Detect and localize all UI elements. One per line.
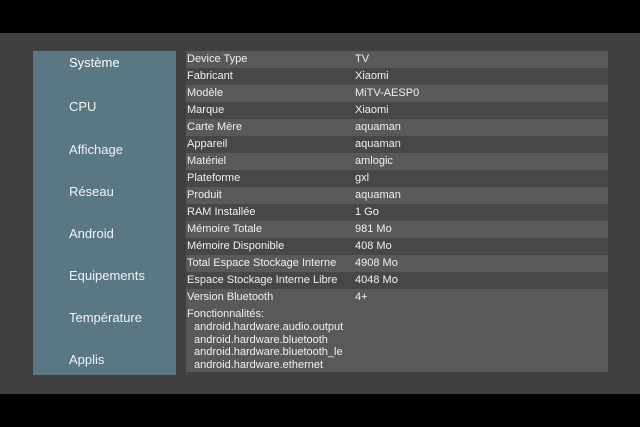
sidebar-item-systeme[interactable]: Système: [69, 55, 120, 71]
table-row: Appareil aquaman: [186, 136, 608, 153]
table-row: Produit aquaman: [186, 187, 608, 204]
row-value: 408 Mo: [355, 240, 392, 252]
features-list: android.hardware.audio.output android.ha…: [194, 321, 343, 371]
row-key: Matériel: [187, 155, 227, 167]
list-item: android.hardware.bluetooth_le: [194, 346, 343, 358]
row-value: aquaman: [355, 121, 401, 133]
row-value: Xiaomi: [355, 70, 389, 82]
row-key: Carte Mère: [187, 121, 243, 133]
letterbox-top: [0, 0, 640, 33]
sidebar-item-equipements[interactable]: Equipements: [69, 268, 145, 284]
table-row: Espace Stockage Interne Libre 4048 Mo: [186, 272, 608, 289]
table-row: Version Bluetooth 4+: [186, 289, 608, 306]
row-value: TV: [355, 53, 370, 65]
sidebar-item-cpu[interactable]: CPU: [69, 99, 96, 115]
row-key: Fabricant: [187, 70, 233, 82]
system-info-table: Device Type TV Fabricant Xiaomi Modèle MiTV…: [186, 51, 608, 372]
table-row: RAM Installée 1 Go: [186, 204, 608, 221]
row-key: Appareil: [187, 138, 228, 150]
row-value: amlogic: [355, 155, 393, 167]
row-value: aquaman: [355, 189, 401, 201]
row-value: 1 Go: [355, 206, 379, 218]
features-title: Fonctionnalités:: [187, 308, 265, 320]
sidebar: Système CPU Affichage Réseau Android Equ…: [33, 51, 176, 375]
table-row: Plateforme gxl: [186, 170, 608, 187]
table-row: Total Espace Stockage Interne 4908 Mo: [186, 255, 608, 272]
row-key: Modèle: [187, 87, 224, 99]
table-row: Mémoire Disponible 408 Mo: [186, 238, 608, 255]
list-item: android.hardware.audio.output: [194, 321, 344, 333]
sidebar-item-affichage[interactable]: Affichage: [69, 142, 123, 158]
table-row: Matériel amlogic: [186, 153, 608, 170]
table-row: Carte Mère aquaman: [186, 119, 608, 136]
row-key: RAM Installée: [187, 206, 256, 218]
row-key: Plateforme: [187, 172, 241, 184]
features-block: Fonctionnalités: android.hardware.audio.…: [186, 306, 608, 372]
row-value: 981 Mo: [355, 223, 392, 235]
row-value: 4+: [355, 291, 368, 303]
table-row: Fabricant Xiaomi: [186, 68, 608, 85]
table-row: Device Type TV: [186, 51, 608, 68]
row-value: Xiaomi: [355, 104, 389, 116]
row-value: 4908 Mo: [355, 257, 398, 269]
row-key: Version Bluetooth: [187, 291, 274, 303]
letterbox-bottom: [0, 394, 640, 427]
row-value: 4048 Mo: [355, 274, 398, 286]
sidebar-item-applis[interactable]: Applis: [69, 352, 104, 368]
row-value: gxl: [355, 172, 370, 184]
row-key: Produit: [187, 189, 222, 201]
row-key: Device Type: [187, 53, 248, 65]
row-key: Espace Stockage Interne Libre: [187, 274, 338, 286]
table-row: Modèle MiTV-AESP0: [186, 85, 608, 102]
list-item: android.hardware.ethernet: [194, 358, 324, 371]
sidebar-item-android[interactable]: Android: [69, 226, 114, 242]
sidebar-item-reseau[interactable]: Réseau: [69, 184, 114, 200]
row-value: aquaman: [355, 138, 401, 150]
row-key: Marque: [187, 104, 225, 116]
list-item: android.hardware.bluetooth: [194, 333, 328, 346]
table-row: Mémoire Totale 981 Mo: [186, 221, 608, 238]
row-value: MiTV-AESP0: [355, 87, 420, 99]
row-key: Mémoire Totale: [187, 223, 262, 235]
row-key: Total Espace Stockage Interne: [187, 257, 337, 269]
sidebar-item-temperature[interactable]: Température: [69, 310, 142, 326]
table-row: Marque Xiaomi: [186, 102, 608, 119]
row-key: Mémoire Disponible: [187, 240, 285, 252]
